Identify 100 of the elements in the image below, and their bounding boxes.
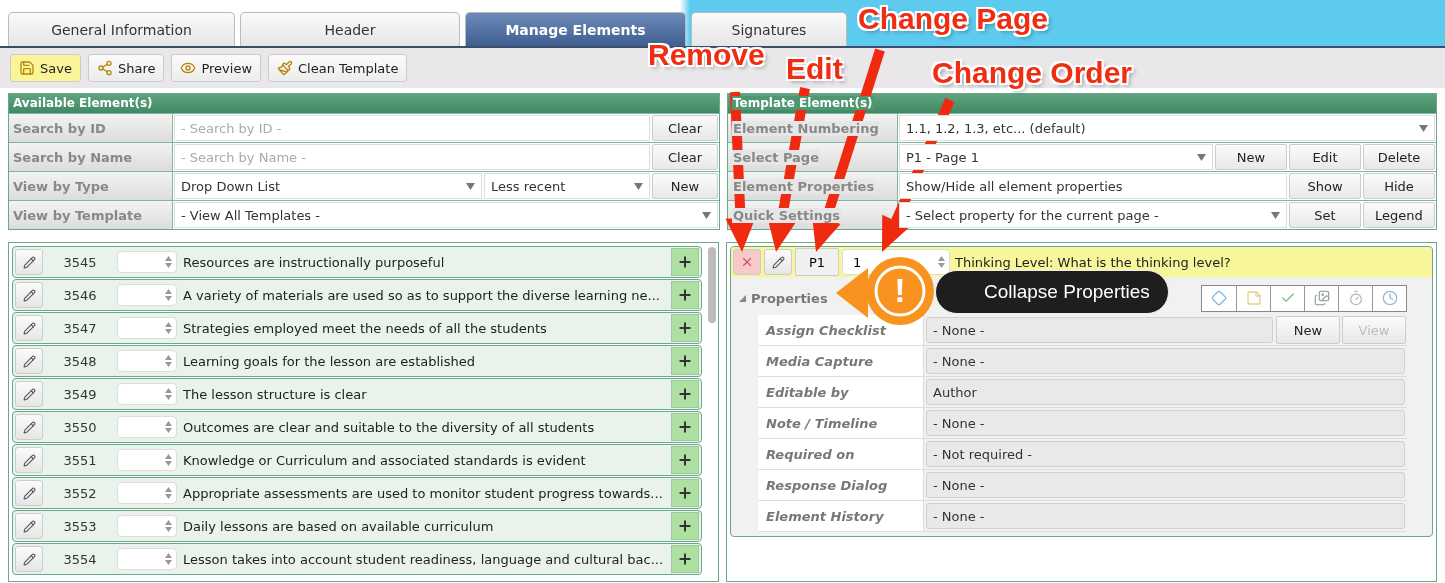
stepper-icon [165,355,172,367]
tab[interactable]: General Information [8,12,235,46]
dropdown-caret-icon [1271,211,1280,219]
dropdown[interactable]: - Select property for the current page - [899,202,1287,228]
property-value[interactable]: - None - [926,317,1273,343]
dropdown-caret-icon [1197,153,1206,161]
element-row[interactable]: 3550 Outcomes are clear and suitable to the diversity of all students [12,411,702,443]
pencil-icon [22,552,36,566]
add-button[interactable] [671,512,699,540]
action-button[interactable]: Edit [1289,144,1361,170]
save-button[interactable]: Save [10,54,81,82]
element-row[interactable]: 3552 Appropriate assessments are used to monitor student progress towards... [12,477,702,509]
dropdown[interactable]: - View All Templates - [174,202,718,228]
pencil-icon [22,387,36,401]
field-label: Search by Name [9,143,173,171]
element-row[interactable]: 3549 The lesson structure is clear [12,378,702,410]
element-text: Strategies employed meet the needs of all the students [183,320,548,336]
tab[interactable]: Signatures [691,12,847,46]
plus-icon [677,320,693,336]
action-button[interactable]: New [1215,144,1287,170]
pencil-icon [22,354,36,368]
add-button[interactable] [671,545,699,573]
property-label: Response Dialog [758,470,924,500]
property-value[interactable]: - None - [926,503,1405,529]
action-button[interactable]: Set [1289,202,1361,228]
action-button[interactable]: Legend [1363,202,1435,228]
edit-button[interactable] [15,480,43,506]
panel-title: Available Element(s) [9,94,719,113]
action-button[interactable]: Hide [1363,173,1435,199]
element-text: Resources are instructionally purposeful [183,254,446,270]
element-row[interactable]: 3554 Lesson takes into account student readiness, language and cultural bac... [12,543,702,575]
dropdown-caret-icon [466,182,475,190]
collapse-triangle-icon [739,294,746,302]
element-id: 3554 [62,551,98,567]
property-value[interactable]: - None - [926,410,1405,436]
property-value[interactable]: - Not required - [926,441,1405,467]
plus-icon [677,353,693,369]
plus-icon [677,485,693,501]
add-button[interactable] [671,347,699,375]
element-row[interactable]: 3553 Daily lessons are based on available curriculum [12,510,702,542]
property-value[interactable]: - None - [926,472,1405,498]
add-button[interactable] [671,446,699,474]
page-tag[interactable]: P1 [795,248,839,276]
clean-button[interactable]: Clean Template [268,54,408,82]
element-text: Daily lessons are based on available curriculum [183,518,495,534]
remove-button[interactable] [733,249,761,275]
add-button[interactable] [671,248,699,276]
edit-button[interactable] [15,249,43,275]
edit-button[interactable] [15,546,43,572]
plus-icon [677,287,693,303]
exclamation-mark: ! [893,269,907,311]
element-row[interactable]: 3547 Strategies employed meet the needs of all the students [12,312,702,344]
property-value[interactable]: - None - [926,348,1405,374]
edit-button[interactable] [15,381,43,407]
element-text: Knowledge or Curriculum and associated standards is evident [183,452,587,468]
field-label: View by Type [9,172,173,200]
dropdown-caret-icon [1419,124,1428,132]
action-button[interactable]: Clear [652,115,718,141]
preview-button[interactable]: Preview [171,54,262,82]
stepper-icon [165,256,172,268]
share-button[interactable]: Share [87,54,165,82]
element-row[interactable]: 3548 Learning goals for the lesson are established [12,345,702,377]
dropdown[interactable]: P1 - Page 1 [899,144,1213,170]
dropdown[interactable]: Less recent [484,173,650,199]
tab[interactable]: Header [240,12,460,46]
dropdown-caret-icon [702,211,711,219]
dropdown[interactable]: Drop Down List [174,173,482,199]
action-button[interactable]: Delete [1363,144,1435,170]
property-button[interactable]: New [1276,316,1340,344]
element-text: Learning goals for the lesson are established [183,353,476,369]
element-row[interactable]: 3545 Resources are instructionally purposeful [12,246,702,278]
pencil-icon [22,486,36,500]
property-value[interactable]: Author [926,379,1405,405]
action-button[interactable]: New [652,173,718,199]
element-row[interactable]: 3551 Knowledge or Curriculum and associated standards is evident [12,444,702,476]
edit-button[interactable] [15,348,43,374]
edit-button[interactable] [15,447,43,473]
pencil-icon [22,453,36,467]
add-button[interactable] [671,479,699,507]
pencil-icon [771,255,785,269]
element-row[interactable]: 3546 A variety of materials are used so as to support the diverse learning ne... [12,279,702,311]
edit-button[interactable] [15,315,43,341]
plus-icon [677,419,693,435]
field-label: View by Template [9,201,173,229]
edit-button[interactable] [764,249,792,275]
property-label: Editable by [758,377,924,407]
edit-button[interactable] [15,414,43,440]
properties-toggle[interactable]: Properties [739,290,828,306]
edit-button[interactable] [15,513,43,539]
scrollbar[interactable] [708,247,716,323]
add-button[interactable] [671,314,699,342]
stepper-icon [165,520,172,532]
tab[interactable]: Manage Elements [465,12,686,46]
add-button[interactable] [671,413,699,441]
add-button[interactable] [671,380,699,408]
add-button[interactable] [671,281,699,309]
action-button[interactable]: Clear [652,144,718,170]
action-button[interactable]: Show [1289,173,1361,199]
edit-button[interactable] [15,282,43,308]
dropdown[interactable]: 1.1, 1.2, 1.3, etc... (default) [899,115,1435,141]
